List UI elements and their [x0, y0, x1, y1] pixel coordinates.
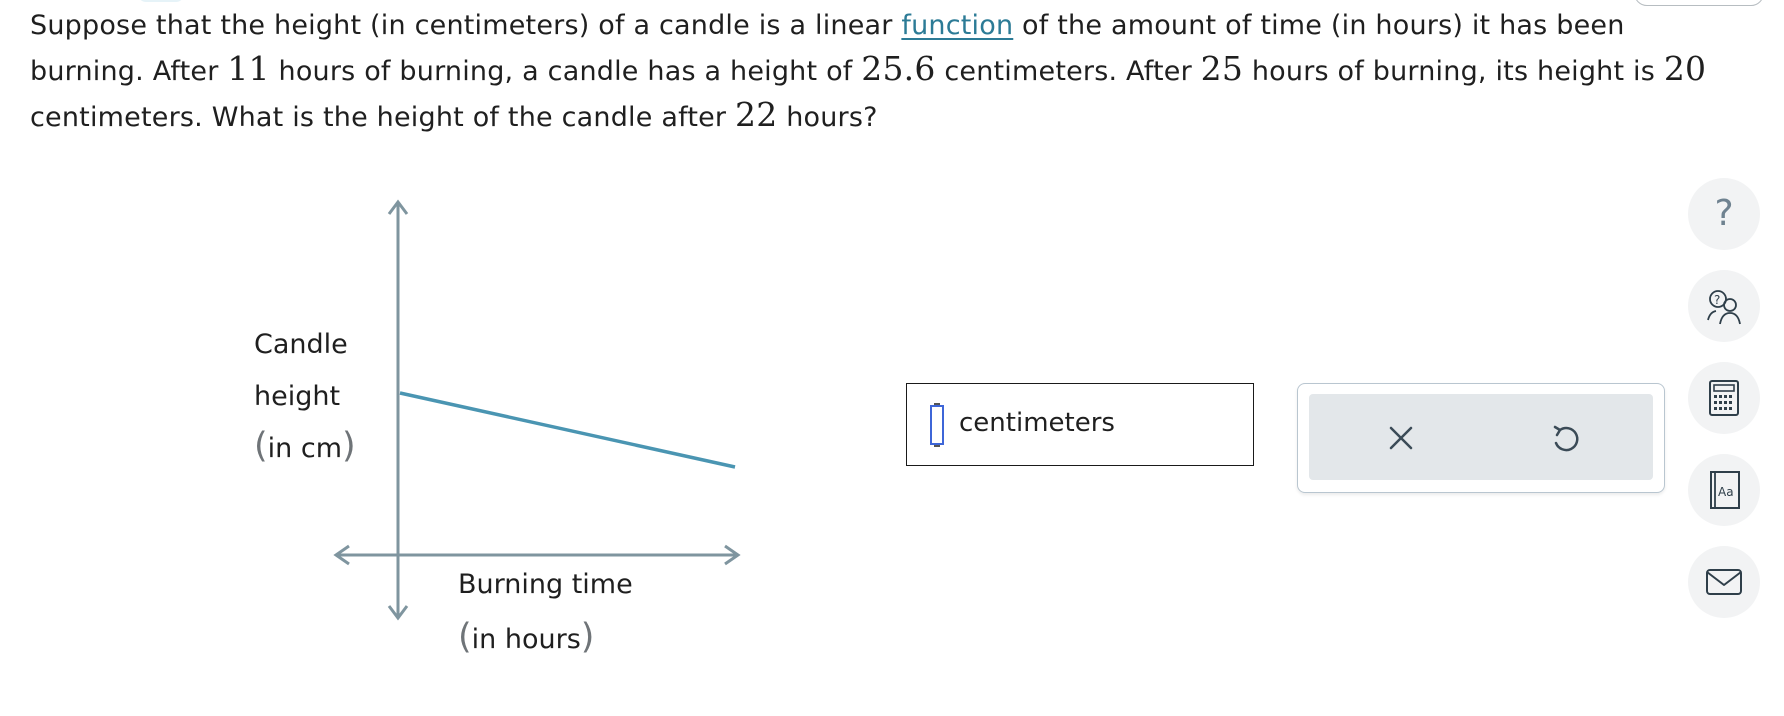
number-value: 20	[1663, 49, 1707, 88]
undo-button[interactable]	[1545, 418, 1585, 458]
problem-statement: Suppose that the height (in centimeters)…	[30, 4, 1740, 139]
svg-text:?: ?	[1714, 293, 1720, 307]
number-value: 25.6	[861, 49, 936, 88]
answer-actions-panel	[1297, 383, 1665, 493]
question-mark-icon: ?	[1714, 193, 1734, 234]
calculator-button[interactable]	[1688, 362, 1760, 434]
x-axis-unit: in hours	[471, 624, 581, 655]
message-button[interactable]	[1688, 546, 1760, 618]
x-axis-label-line2: (in hours)	[458, 617, 595, 657]
answer-actions-bar	[1309, 394, 1653, 480]
dictionary-button[interactable]: Aa	[1688, 454, 1760, 526]
answer-unit-label: centimeters	[959, 408, 1115, 438]
clear-button[interactable]	[1381, 418, 1421, 458]
number-value: 22	[735, 95, 778, 134]
y-axis-label-line3: (in cm)	[254, 426, 356, 466]
problem-text: hours of burning, a candle has a height …	[269, 56, 862, 87]
problem-text: centimeters. After	[935, 56, 1201, 87]
y-axis-unit: in cm	[267, 433, 342, 464]
problem-text: hours?	[777, 102, 878, 133]
ask-tutor-button[interactable]: ?	[1688, 270, 1760, 342]
tutor-question-icon: ?	[1707, 290, 1741, 325]
problem-text: hours of burning, its height is	[1243, 56, 1664, 87]
height-line	[399, 391, 736, 469]
problem-text: Suppose that the height (in centimeters)…	[30, 10, 902, 41]
y-axis-label-line1: Candle	[254, 329, 348, 360]
calculator-icon	[1709, 380, 1739, 416]
top-tab-fragment	[138, 0, 184, 2]
number-value: 11	[227, 49, 270, 88]
candle-graph: Candle height (in cm) Burning time (in h…	[240, 190, 760, 670]
undo-icon	[1553, 425, 1579, 452]
x-axis-label-line1: Burning time	[458, 569, 633, 600]
text-cursor-placeholder[interactable]	[930, 403, 944, 447]
svg-text:Aa: Aa	[1718, 485, 1734, 499]
mail-envelope-icon	[1706, 569, 1742, 595]
x-icon	[1389, 426, 1413, 450]
dictionary-book-icon: Aa	[1710, 471, 1740, 509]
problem-text: centimeters. What is the height of the c…	[30, 102, 736, 133]
answer-input[interactable]: centimeters	[906, 383, 1254, 466]
number-value: 25	[1200, 49, 1244, 88]
function-glossary-link[interactable]: function	[901, 10, 1013, 41]
y-axis-label-line2: height	[254, 381, 341, 412]
help-button[interactable]: ?	[1688, 178, 1760, 250]
